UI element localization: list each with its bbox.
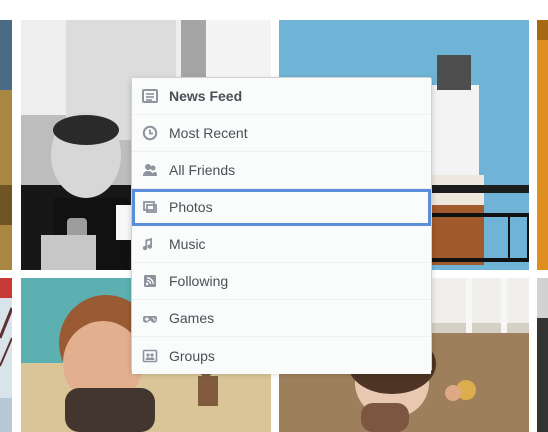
menu-item-following[interactable]: Following [132,263,431,300]
menu-item-photos[interactable]: Photos [132,189,431,226]
rss-icon [142,273,158,289]
menu-item-label: Groups [169,347,215,364]
photo-tile-left-top[interactable] [0,20,12,270]
menu-item-most-recent[interactable]: Most Recent [132,115,431,152]
menu-item-games[interactable]: Games [132,300,431,337]
menu-item-groups[interactable]: Groups [132,337,431,374]
games-icon [142,310,158,326]
photo-feed-stage: News Feed Most Recent All Friends Photos… [0,0,548,432]
clock-icon [142,125,158,141]
news-feed-icon [142,88,158,104]
groups-icon [142,348,158,364]
menu-item-news-feed[interactable]: News Feed [132,78,431,115]
photo-tile-right-top[interactable] [537,20,548,270]
menu-item-label: Games [169,310,215,326]
friends-icon [142,162,158,178]
photos-icon [142,199,158,215]
photo-tile-right-bottom[interactable] [537,278,548,432]
menu-item-label: Following [169,273,229,289]
menu-item-all-friends[interactable]: All Friends [132,152,431,189]
music-icon [142,236,158,252]
menu-item-label: Most Recent [169,125,248,141]
photo-tile-left-bottom[interactable] [0,278,12,432]
menu-item-label: News Feed [169,88,243,104]
menu-item-label: Photos [169,199,213,215]
news-feed-dropdown-menu: News Feed Most Recent All Friends Photos… [131,77,432,374]
menu-item-music[interactable]: Music [132,226,431,263]
menu-item-label: All Friends [169,162,236,178]
menu-item-label: Music [169,236,206,252]
